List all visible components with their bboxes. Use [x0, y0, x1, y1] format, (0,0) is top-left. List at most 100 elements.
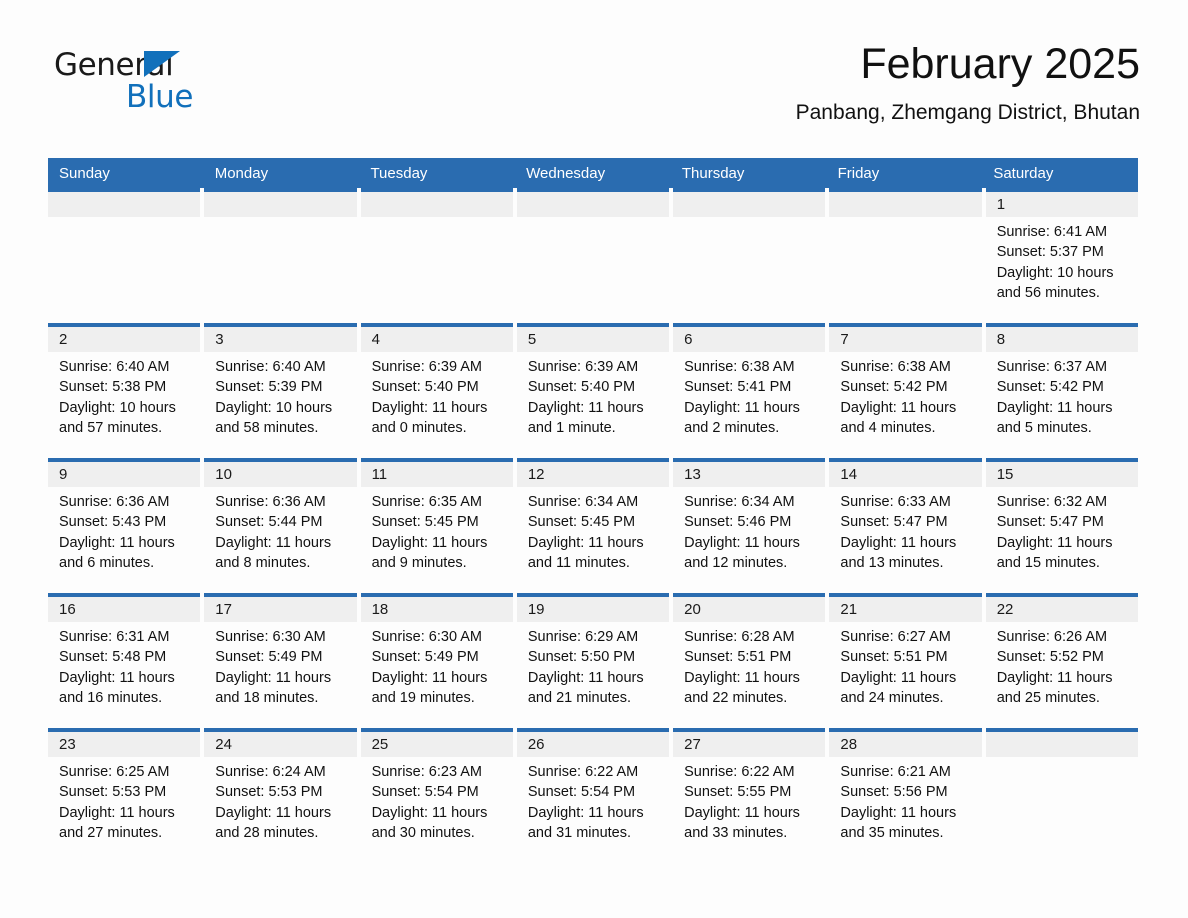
day-sun-info: Sunrise: 6:32 AM Sunset: 5:47 PM Dayligh… — [996, 494, 1113, 571]
day-number: 4 — [360, 327, 513, 352]
day-number: 3 — [204, 327, 357, 352]
day-number: 19 — [516, 597, 670, 622]
day-cell[interactable]: 11 Sunrise: 6:35 AM Sunset: 5:45 PM Dayli… — [360, 458, 513, 593]
location-subtitle: Panbang, Zhemgang District, Bhutan — [795, 101, 1140, 125]
day-cell[interactable]: 15 Sunrise: 6:32 AM Sunset: 5:47 PM Dayli… — [985, 458, 1138, 593]
day-cell[interactable]: 9 Sunrise: 6:36 AM Sunset: 5:43 PM Daylig… — [48, 458, 201, 593]
day-cell[interactable]: 3 Sunrise: 6:40 AM Sunset: 5:39 PM Daylig… — [204, 323, 357, 458]
day-sun-info: Sunrise: 6:30 AM Sunset: 5:49 PM Dayligh… — [215, 629, 332, 706]
day-cell[interactable]: 8 Sunrise: 6:37 AM Sunset: 5:42 PM Daylig… — [985, 323, 1138, 458]
day-sun-info — [673, 217, 825, 222]
weekday-header-tuesday: Tuesday — [370, 164, 428, 182]
day-cell[interactable]: 28 Sunrise: 6:21 AM Sunset: 5:56 PM Dayli… — [829, 728, 982, 863]
title-block: February 2025 Panbang, Zhemgang District… — [795, 41, 1140, 125]
day-number: 1 — [985, 192, 1138, 217]
day-sun-info: Sunrise: 6:34 AM Sunset: 5:45 PM Dayligh… — [527, 494, 644, 571]
weekday-header-thursday: Thursday — [681, 164, 745, 182]
day-sun-info — [829, 217, 981, 222]
weekday-header-row: Sunday Monday Tuesday Wednesday Thursday Frid… — [48, 158, 1138, 188]
day-number: 27 — [673, 732, 826, 757]
day-number: 22 — [985, 597, 1138, 622]
day-cell[interactable]: 14 Sunrise: 6:33 AM Sunset: 5:47 PM Dayli… — [829, 458, 982, 593]
day-number: 5 — [516, 327, 670, 352]
day-cell-empty — [829, 188, 982, 323]
day-number: 9 — [48, 462, 201, 487]
day-sun-info: Sunrise: 6:22 AM Sunset: 5:54 PM Dayligh… — [527, 764, 644, 841]
general-blue-logo[interactable]: General Blue — [48, 42, 198, 118]
day-cell-empty — [516, 188, 670, 323]
day-sun-info: Sunrise: 6:33 AM Sunset: 5:47 PM Dayligh… — [840, 494, 957, 571]
day-cell[interactable]: 27 Sunrise: 6:22 AM Sunset: 5:55 PM Dayli… — [673, 728, 826, 863]
calendar-week-row: 9 Sunrise: 6:36 AM Sunset: 5:43 PM Daylig… — [48, 458, 1138, 593]
day-number: 21 — [829, 597, 982, 622]
day-number: 15 — [985, 462, 1138, 487]
day-number: 10 — [204, 462, 357, 487]
logo-text-blue: Blue — [126, 79, 193, 115]
day-cell[interactable]: 18 Sunrise: 6:30 AM Sunset: 5:49 PM Dayli… — [360, 593, 513, 728]
day-number: 7 — [829, 327, 982, 352]
day-cell[interactable]: 10 Sunrise: 6:36 AM Sunset: 5:44 PM Dayli… — [204, 458, 357, 593]
day-cell-empty — [985, 728, 1138, 863]
day-number: 14 — [829, 462, 982, 487]
day-cell[interactable]: 25 Sunrise: 6:23 AM Sunset: 5:54 PM Dayli… — [360, 728, 513, 863]
day-number: 12 — [516, 462, 670, 487]
calendar-page: General Blue February 2025 Panbang, Zhem… — [0, 0, 1188, 918]
day-number — [985, 732, 1138, 757]
day-cell[interactable]: 13 Sunrise: 6:34 AM Sunset: 5:46 PM Dayli… — [673, 458, 826, 593]
calendar-week-row: 1 Sunrise: 6:41 AM Sunset: 5:37 PM Daylig… — [48, 188, 1138, 323]
day-number — [360, 192, 513, 217]
day-sun-info: Sunrise: 6:38 AM Sunset: 5:41 PM Dayligh… — [684, 359, 800, 436]
day-number — [673, 192, 826, 217]
day-cell[interactable]: 19 Sunrise: 6:29 AM Sunset: 5:50 PM Dayli… — [516, 593, 670, 728]
day-number: 16 — [48, 597, 201, 622]
day-number: 6 — [673, 327, 826, 352]
day-sun-info: Sunrise: 6:25 AM Sunset: 5:53 PM Dayligh… — [59, 764, 175, 841]
day-cell-empty — [204, 188, 357, 323]
day-sun-info: Sunrise: 6:24 AM Sunset: 5:53 PM Dayligh… — [215, 764, 332, 841]
day-number: 18 — [360, 597, 513, 622]
day-number: 11 — [360, 462, 513, 487]
weekday-header-wednesday: Wednesday — [526, 164, 606, 182]
day-cell[interactable]: 20 Sunrise: 6:28 AM Sunset: 5:51 PM Dayli… — [673, 593, 826, 728]
day-sun-info: Sunrise: 6:29 AM Sunset: 5:50 PM Dayligh… — [527, 629, 644, 706]
day-cell[interactable]: 17 Sunrise: 6:30 AM Sunset: 5:49 PM Dayli… — [204, 593, 357, 728]
day-sun-info: Sunrise: 6:40 AM Sunset: 5:39 PM Dayligh… — [215, 359, 333, 436]
day-cell[interactable]: 2 Sunrise: 6:40 AM Sunset: 5:38 PM Daylig… — [48, 323, 201, 458]
day-number: 23 — [48, 732, 201, 757]
day-sun-info: Sunrise: 6:38 AM Sunset: 5:42 PM Dayligh… — [840, 359, 957, 436]
day-cell[interactable]: 4 Sunrise: 6:39 AM Sunset: 5:40 PM Daylig… — [360, 323, 513, 458]
calendar-grid: Sunday Monday Tuesday Wednesday Thursday Frid… — [48, 158, 1138, 863]
day-cell[interactable]: 24 Sunrise: 6:24 AM Sunset: 5:53 PM Dayli… — [204, 728, 357, 863]
day-number: 2 — [48, 327, 201, 352]
day-cell[interactable]: 23 Sunrise: 6:25 AM Sunset: 5:53 PM Dayli… — [48, 728, 201, 863]
day-cell[interactable]: 1 Sunrise: 6:41 AM Sunset: 5:37 PM Daylig… — [985, 188, 1138, 323]
day-sun-info: Sunrise: 6:22 AM Sunset: 5:55 PM Dayligh… — [684, 764, 800, 841]
day-sun-info: Sunrise: 6:39 AM Sunset: 5:40 PM Dayligh… — [527, 359, 644, 436]
calendar-body: 1 Sunrise: 6:41 AM Sunset: 5:37 PM Daylig… — [48, 188, 1138, 863]
day-sun-info: Sunrise: 6:30 AM Sunset: 5:49 PM Dayligh… — [371, 629, 488, 706]
day-cell-empty — [673, 188, 826, 323]
day-cell[interactable]: 6 Sunrise: 6:38 AM Sunset: 5:41 PM Daylig… — [673, 323, 826, 458]
day-number: 26 — [516, 732, 670, 757]
day-sun-info: Sunrise: 6:41 AM Sunset: 5:37 PM Dayligh… — [996, 224, 1114, 301]
day-sun-info: Sunrise: 6:40 AM Sunset: 5:38 PM Dayligh… — [59, 359, 176, 436]
day-sun-info — [517, 217, 669, 222]
day-cell[interactable]: 7 Sunrise: 6:38 AM Sunset: 5:42 PM Daylig… — [829, 323, 982, 458]
day-cell[interactable]: 21 Sunrise: 6:27 AM Sunset: 5:51 PM Dayli… — [829, 593, 982, 728]
day-cell[interactable]: 16 Sunrise: 6:31 AM Sunset: 5:48 PM Dayli… — [48, 593, 201, 728]
day-number: 25 — [360, 732, 513, 757]
day-number: 24 — [204, 732, 357, 757]
day-number: 28 — [829, 732, 982, 757]
day-sun-info: Sunrise: 6:37 AM Sunset: 5:42 PM Dayligh… — [996, 359, 1113, 436]
weekday-header-saturday: Saturday — [993, 164, 1054, 182]
day-sun-info: Sunrise: 6:26 AM Sunset: 5:52 PM Dayligh… — [996, 629, 1113, 706]
day-cell-empty — [360, 188, 513, 323]
day-cell[interactable]: 5 Sunrise: 6:39 AM Sunset: 5:40 PM Daylig… — [516, 323, 670, 458]
day-number: 8 — [985, 327, 1138, 352]
day-sun-info: Sunrise: 6:34 AM Sunset: 5:46 PM Dayligh… — [684, 494, 800, 571]
day-cell[interactable]: 22 Sunrise: 6:26 AM Sunset: 5:52 PM Dayli… — [985, 593, 1138, 728]
day-cell[interactable]: 26 Sunrise: 6:22 AM Sunset: 5:54 PM Dayli… — [516, 728, 670, 863]
day-cell[interactable]: 12 Sunrise: 6:34 AM Sunset: 5:45 PM Dayli… — [516, 458, 670, 593]
day-sun-info: Sunrise: 6:35 AM Sunset: 5:45 PM Dayligh… — [371, 494, 488, 571]
weekday-header-monday: Monday — [214, 164, 269, 182]
